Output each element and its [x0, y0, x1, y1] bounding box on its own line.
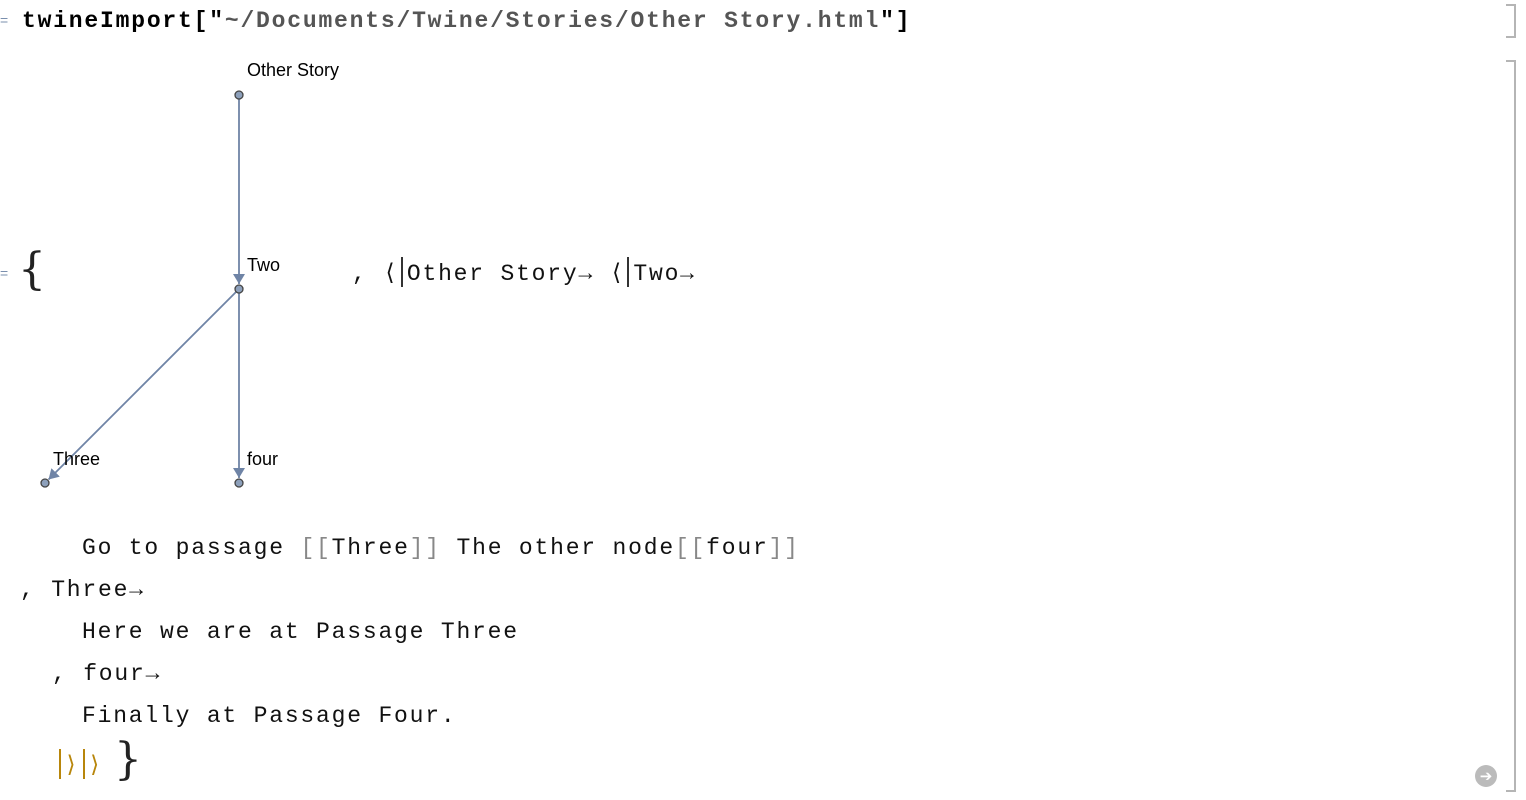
bracket: [[ [300, 535, 332, 561]
link-three: Three [331, 535, 410, 561]
passage-two-text: Go to passage [[Three]] The other node[[… [82, 533, 800, 563]
text: Go to passage [82, 535, 301, 561]
graph-node[interactable] [234, 90, 244, 100]
node-label-two: Two [247, 255, 281, 275]
assoc-open: , ⟨ [352, 261, 399, 287]
graph-node[interactable] [234, 478, 244, 488]
suggestions-bar-icon[interactable]: ➔ [1475, 765, 1497, 787]
key-other-story: Other Story [406, 261, 579, 287]
assoc-close: ⟩ [87, 753, 104, 779]
close-bracket: "] [880, 8, 912, 34]
arrow: → [578, 261, 595, 287]
bracket: ]] [409, 535, 441, 561]
node-label-three: Three [53, 449, 101, 469]
graph-node[interactable] [40, 478, 50, 488]
arrow: → [680, 261, 696, 287]
close-brace: } [114, 734, 142, 785]
arrow: → [145, 661, 162, 687]
bracket: ]] [768, 535, 800, 561]
association-line: , ⟨ Other Story→ ⟨ Two→ [352, 257, 696, 289]
key-three: , Three [20, 577, 130, 603]
assoc-open-2: ⟨ [609, 261, 626, 287]
output-cell-bracket[interactable] [1506, 60, 1516, 792]
closing-delimiters: ⟩ ⟩ [56, 749, 103, 781]
passage-four-text: Finally at Passage Four. [82, 703, 457, 729]
story-graph[interactable] [0, 0, 400, 520]
node-label-other-story: Other Story [247, 60, 340, 80]
link-four: four [706, 535, 769, 561]
arrow: → [129, 577, 145, 603]
node-label-four: four [247, 449, 279, 469]
passage-three-text: Here we are at Passage Three [82, 619, 519, 645]
input-cell-bracket[interactable] [1506, 4, 1516, 38]
text: The other node [440, 535, 675, 561]
bracket: [[ [674, 535, 707, 561]
key-two: Two [633, 261, 681, 287]
key-three-line: , Three→ [20, 575, 145, 605]
assoc-close: ⟩ [64, 753, 80, 779]
graph-node[interactable] [234, 284, 244, 294]
key-four-line: , four→ [52, 659, 161, 689]
key-four: , four [52, 661, 146, 687]
